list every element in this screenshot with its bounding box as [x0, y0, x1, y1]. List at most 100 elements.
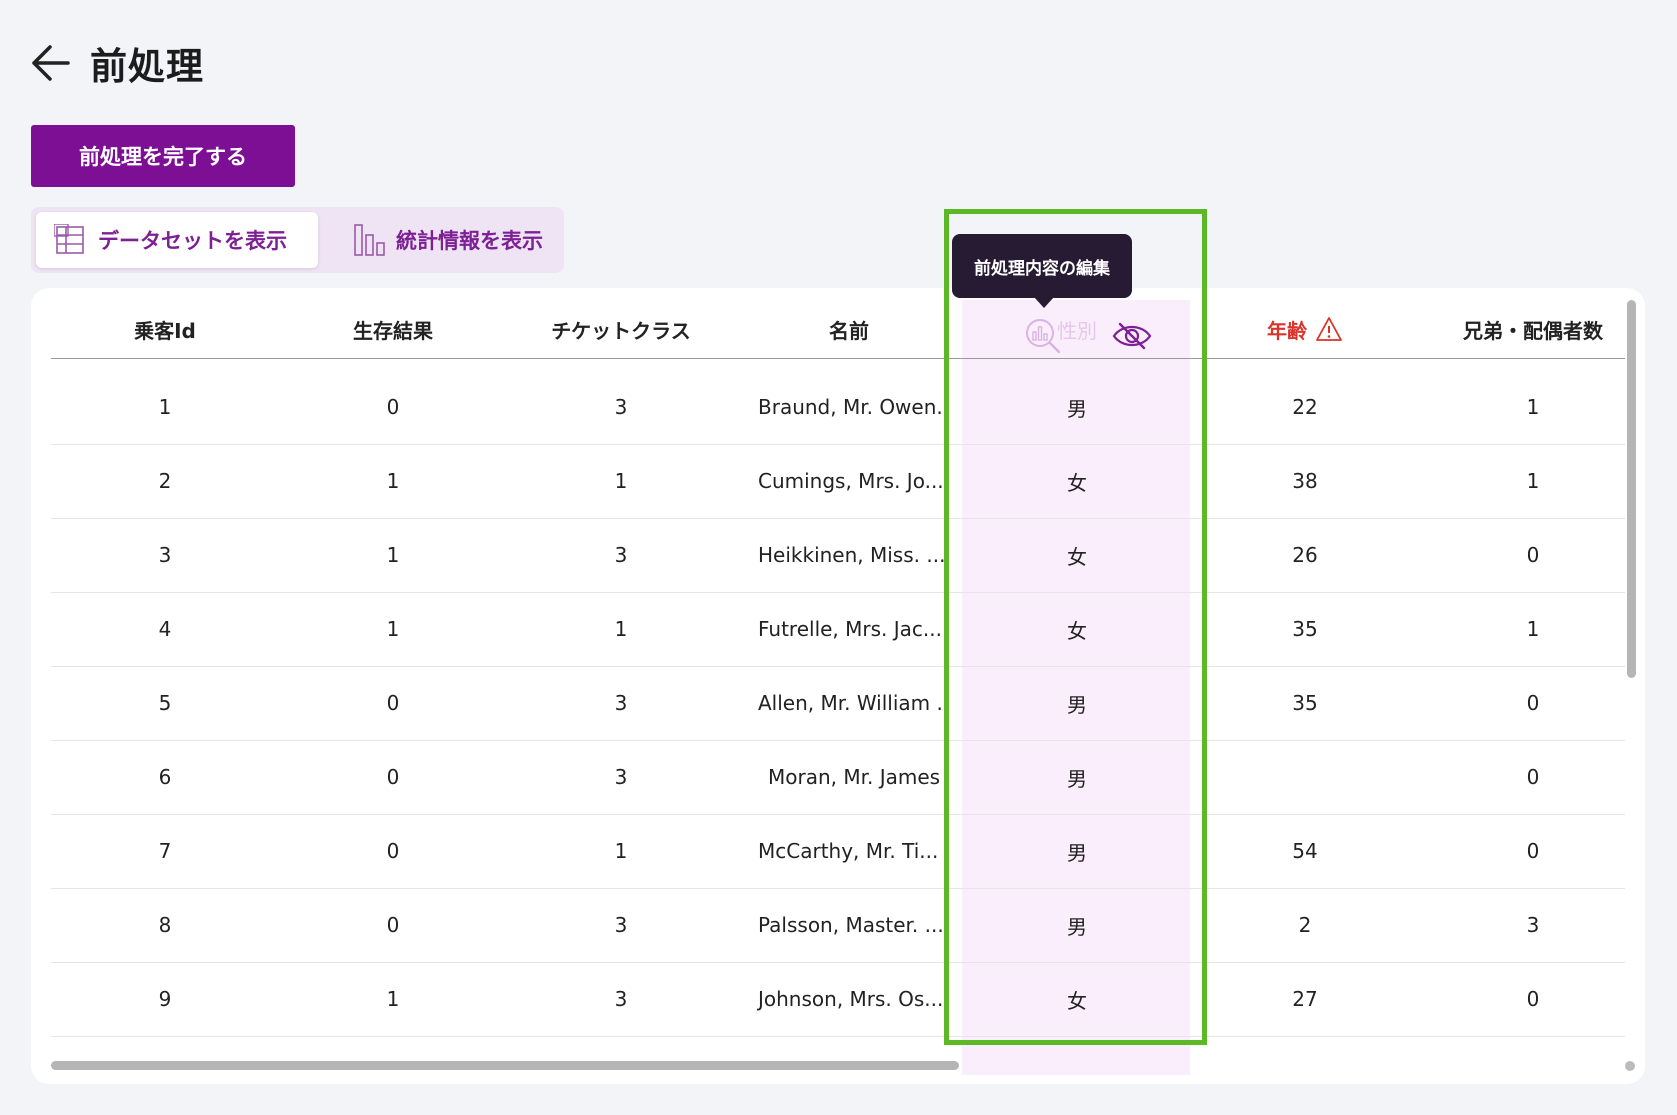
table-cell: 22: [1292, 395, 1318, 419]
table-cell: 3: [614, 395, 628, 419]
table-cell: 0: [1526, 839, 1540, 863]
table-cell: 1: [158, 395, 172, 419]
table-cell: 男: [1067, 766, 1087, 791]
table-cell: 6: [158, 765, 172, 789]
table-cell: 0: [386, 691, 400, 715]
table-cell: Moran, Mr. James: [768, 765, 941, 789]
eye-off-icon[interactable]: [1112, 321, 1152, 351]
view-toggle: データセットを表示 統計情報を表示: [31, 207, 564, 273]
show-stats-label: 統計情報を表示: [396, 229, 543, 253]
column-header-name[interactable]: 名前: [735, 300, 963, 358]
table-cell: 3: [614, 765, 628, 789]
table-cell: 女: [1067, 470, 1087, 495]
table-icon: [54, 224, 84, 254]
column-header-age[interactable]: 年齢: [1191, 300, 1419, 358]
show-dataset-label: データセットを表示: [98, 229, 287, 253]
table-cell: 男: [1067, 840, 1087, 865]
table-cell: 0: [1526, 765, 1540, 789]
page-header: 前処理: [28, 38, 204, 88]
table-cell: 1: [386, 617, 400, 641]
table-row[interactable]: 6 0 3 Moran, Mr. James 男 0: [51, 740, 1625, 815]
table-cell: Futrelle, Mrs. Jac...: [758, 617, 942, 641]
table-cell: Heikkinen, Miss. ...: [758, 543, 946, 567]
table-cell: 1: [386, 987, 400, 1011]
table-row[interactable]: 5 0 3 Allen, Mr. William ... 男 35 0: [51, 666, 1625, 741]
page-title: 前処理: [90, 45, 204, 88]
data-table: 乗客Id 生存結果 チケットクラス 名前 性別 年齢 兄弟・配偶者数 1 0 3…: [31, 288, 1645, 1084]
edit-preprocessing-tooltip: 前処理内容の編集: [952, 234, 1132, 298]
table-cell: 女: [1067, 544, 1087, 569]
table-cell: 0: [386, 913, 400, 937]
table-cell: 3: [1526, 913, 1540, 937]
table-cell: 35: [1292, 691, 1318, 715]
table-cell: 1: [1526, 469, 1540, 493]
tooltip-arrow: [1034, 297, 1054, 308]
table-cell: 35: [1292, 617, 1318, 641]
column-header-passenger-id[interactable]: 乗客Id: [51, 300, 279, 358]
column-header-ticket-class[interactable]: チケットクラス: [507, 300, 735, 358]
table-row[interactable]: 1 0 3 Braund, Mr. Owen... 男 22 1: [51, 370, 1625, 445]
table-cell: 0: [1526, 543, 1540, 567]
table-cell: 0: [1526, 691, 1540, 715]
table-row[interactable]: 4 1 1 Futrelle, Mrs. Jac... 女 35 1: [51, 592, 1625, 667]
table-cell: 1: [1526, 395, 1540, 419]
table-cell: 2: [158, 469, 172, 493]
show-stats-tab[interactable]: 統計情報を表示: [336, 212, 556, 268]
table-cell: 男: [1067, 692, 1087, 717]
table-cell: Johnson, Mrs. Os...: [758, 987, 944, 1011]
table-cell: 1: [386, 543, 400, 567]
table-cell: 7: [158, 839, 172, 863]
table-row[interactable]: 2 1 1 Cumings, Mrs. Jo... 女 38 1: [51, 444, 1625, 519]
horizontal-scrollbar[interactable]: [51, 1061, 959, 1070]
show-dataset-tab[interactable]: データセットを表示: [36, 212, 318, 268]
table-cell: 女: [1067, 988, 1087, 1013]
arrow-left-icon[interactable]: [28, 40, 74, 86]
table-cell: McCarthy, Mr. Ti...: [758, 839, 939, 863]
table-cell: 男: [1067, 396, 1087, 421]
vertical-scrollbar[interactable]: [1627, 300, 1636, 678]
table-row[interactable]: 7 0 1 McCarthy, Mr. Ti... 男 54 0: [51, 814, 1625, 889]
table-cell: 1: [1526, 617, 1540, 641]
table-cell: 男: [1067, 914, 1087, 939]
table-cell: 0: [1526, 987, 1540, 1011]
table-cell: 0: [386, 395, 400, 419]
table-cell: 1: [614, 617, 628, 641]
table-row[interactable]: 9 1 3 Johnson, Mrs. Os... 女 27 0: [51, 962, 1625, 1037]
table-cell: Palsson, Master. ...: [758, 913, 944, 937]
table-cell: 26: [1292, 543, 1318, 567]
table-cell: 3: [614, 543, 628, 567]
table-cell: 4: [158, 617, 172, 641]
table-row[interactable]: 8 0 3 Palsson, Master. ... 男 2 3: [51, 888, 1625, 963]
table-cell: 3: [614, 913, 628, 937]
table-cell: 2: [1298, 913, 1312, 937]
table-header: 乗客Id 生存結果 チケットクラス 名前 性別 年齢 兄弟・配偶者数: [51, 300, 1625, 359]
table-cell: Allen, Mr. William ...: [758, 691, 948, 715]
bar-chart-icon: [354, 224, 385, 256]
table-cell: 1: [614, 839, 628, 863]
column-header-survived[interactable]: 生存結果: [279, 300, 507, 358]
table-cell: [1191, 740, 1419, 814]
table-cell: 3: [614, 691, 628, 715]
chart-search-icon[interactable]: [1024, 317, 1062, 355]
table-cell: 9: [158, 987, 172, 1011]
table-cell: 1: [614, 469, 628, 493]
column-header-siblings-spouses[interactable]: 兄弟・配偶者数: [1419, 300, 1645, 358]
table-row[interactable]: 3 1 3 Heikkinen, Miss. ... 女 26 0: [51, 518, 1625, 593]
table-cell: 38: [1292, 469, 1318, 493]
table-cell: 0: [386, 839, 400, 863]
table-cell: 3: [158, 543, 172, 567]
table-cell: 27: [1292, 987, 1318, 1011]
table-cell: 5: [158, 691, 172, 715]
column-header-age-label: 年齢: [1267, 318, 1307, 343]
table-cell: 3: [614, 987, 628, 1011]
table-cell: 54: [1292, 839, 1318, 863]
table-cell: Braund, Mr. Owen...: [758, 395, 948, 419]
table-cell: 女: [1067, 618, 1087, 643]
table-cell: Cumings, Mrs. Jo...: [758, 469, 944, 493]
complete-preprocessing-button[interactable]: 前処理を完了する: [31, 125, 295, 187]
column-actions: [1024, 312, 1152, 360]
scrollbar-corner: [1625, 1061, 1635, 1071]
table-cell: 0: [386, 765, 400, 789]
warning-icon: [1316, 317, 1342, 341]
table-cell: 8: [158, 913, 172, 937]
